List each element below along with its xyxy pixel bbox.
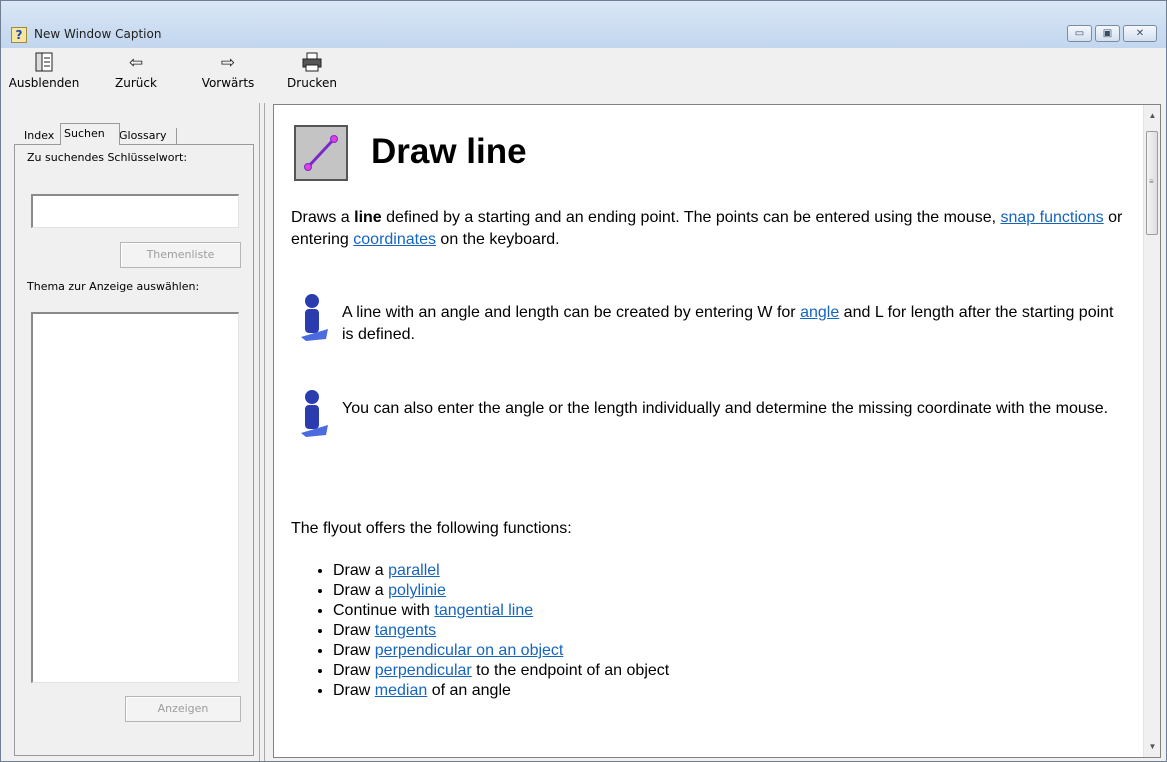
select-topic-label: Thema zur Anzeige auswählen: [27,280,200,293]
perpendicular-on-object-link[interactable]: perpendicular on an object [375,642,564,659]
list-item: Draw a parallel [333,561,669,581]
forward-button[interactable]: ⇨ Vorwärts [198,52,258,100]
flyout-functions-list: Draw a parallel Draw a polylinie Continu… [318,561,669,701]
hide-pane-icon [35,52,53,76]
list-item: Draw perpendicular to the endpoint of an… [333,661,669,681]
printer-icon [302,52,322,76]
close-button[interactable]: ✕ [1123,25,1157,42]
hide-label: Ausblenden [8,76,80,90]
tab-search[interactable]: Suchen [60,123,120,145]
hide-button[interactable]: Ausblenden [7,52,81,100]
keyword-label: Zu suchendes Schlüsselwort: [27,151,188,164]
grip-icon: ≡ [1149,177,1154,186]
intro-bold-line: line [354,209,382,226]
help-app-icon: ? [11,27,27,43]
vertical-scrollbar[interactable]: ▲ ≡ ▼ [1143,105,1160,757]
topic-listbox[interactable] [31,312,239,683]
info-person-icon [298,389,330,439]
toolbar: Ausblenden ⇦ Zurück ⇨ Vorwärts Drucken [1,48,1166,103]
back-button[interactable]: ⇦ Zurück [111,52,161,100]
display-button[interactable]: Anzeigen [125,696,241,722]
intro-paragraph: Draws a line defined by a starting and a… [291,207,1131,251]
median-link[interactable]: median [375,682,427,699]
intro-text-1: Draws a [291,209,355,226]
parallel-link[interactable]: parallel [388,562,440,579]
page-title: Draw line [371,132,527,171]
list-item: Continue with tangential line [333,601,669,621]
print-label: Drucken [287,76,337,90]
angle-link[interactable]: angle [800,304,839,321]
keyword-input[interactable] [31,194,239,228]
navigation-pane: Index Suchen Glossary Zu suchendes Schlü… [9,109,254,757]
intro-text-4: on the keyboard. [435,231,560,248]
tip-angle-length: A line with an angle and length can be c… [342,302,1122,346]
tip-individual-entry: You can also enter the angle or the leng… [342,400,1109,417]
list-item: Draw a polylinie [333,581,669,601]
title-bar[interactable]: ? New Window Caption ▭ ▣ ✕ [1,1,1166,48]
forward-label: Vorwärts [201,76,255,90]
window-title: New Window Caption [34,27,162,41]
intro-text-2: defined by a starting and an ending poin… [381,209,1001,226]
tangents-link[interactable]: tangents [375,622,436,639]
tangential-line-link[interactable]: tangential line [434,602,533,619]
print-button[interactable]: Drucken [282,52,342,100]
tab-glossary[interactable]: Glossary [116,128,177,144]
list-item: Draw tangents [333,621,669,641]
forward-arrow-icon: ⇨ [220,53,236,73]
tab-index[interactable]: Index [21,128,62,144]
search-tab-panel: Zu suchendes Schlüsselwort: Themenliste … [14,144,254,756]
snap-functions-link[interactable]: snap functions [1001,209,1104,226]
pane-splitter[interactable] [259,103,265,761]
maximize-button[interactable]: ▣ [1095,25,1120,42]
tip1-text-1: A line with an angle and length can be c… [342,304,801,321]
draw-line-icon [294,125,348,181]
list-item: Draw perpendicular on an object [333,641,669,661]
scroll-up-icon[interactable]: ▲ [1144,107,1160,124]
flyout-intro: The flyout offers the following function… [291,520,572,537]
coordinates-link[interactable]: coordinates [353,231,436,248]
scrollbar-thumb[interactable]: ≡ [1146,131,1158,235]
topics-list-button[interactable]: Themenliste [120,242,241,268]
help-content: Draw line Draws a line defined by a star… [273,104,1161,758]
perpendicular-link[interactable]: perpendicular [375,662,472,679]
help-window: ? New Window Caption ▭ ▣ ✕ Ausblenden ⇦ … [0,0,1167,762]
list-item: Draw median of an angle [333,681,669,701]
back-arrow-icon: ⇦ [128,53,144,73]
scroll-down-icon[interactable]: ▼ [1144,738,1160,755]
polylinie-link[interactable]: polylinie [388,582,446,599]
window-controls: ▭ ▣ ✕ [1067,25,1157,42]
info-person-icon [298,293,330,343]
back-label: Zurück [115,76,157,90]
minimize-button[interactable]: ▭ [1067,25,1092,42]
